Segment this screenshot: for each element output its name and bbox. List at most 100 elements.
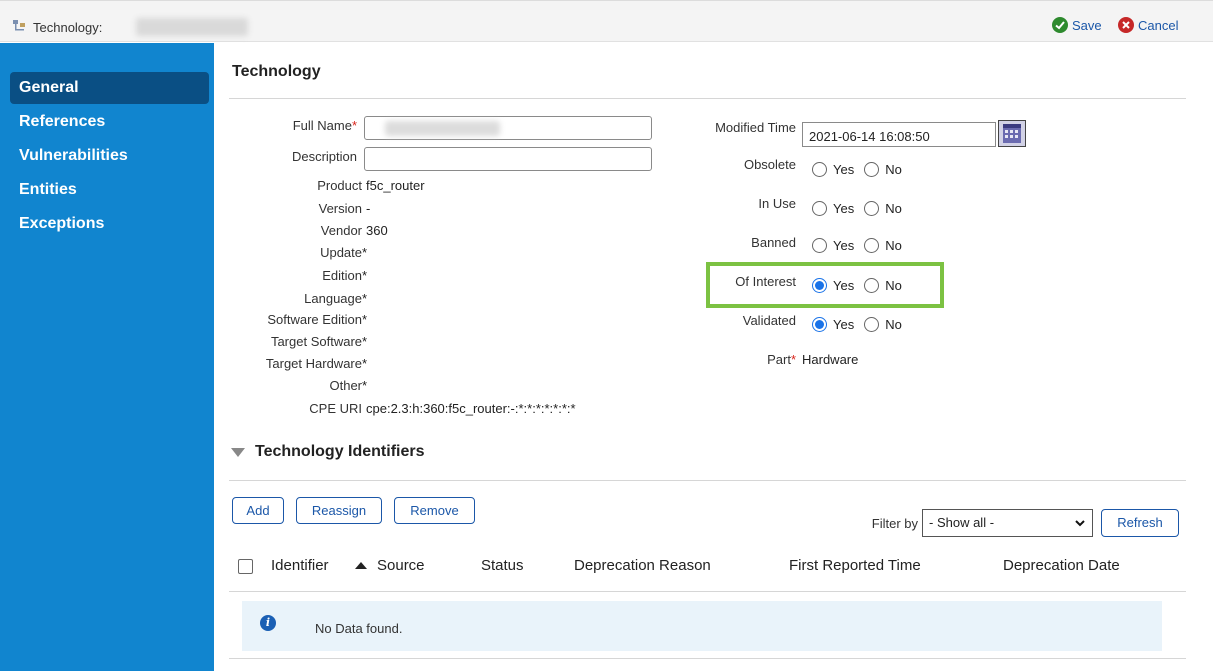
- modified-time-input[interactable]: 2021-06-14 16:08:50: [802, 122, 996, 147]
- sidebar-item-references[interactable]: References: [10, 106, 209, 138]
- column-header-identifier[interactable]: Identifier: [271, 557, 329, 574]
- edition-value: *: [362, 268, 368, 283]
- no-label: No: [885, 162, 902, 177]
- no-label: No: [885, 201, 902, 216]
- calendar-icon[interactable]: [998, 120, 1026, 147]
- description-label: Description: [291, 149, 357, 164]
- in-use-no-radio[interactable]: [864, 201, 880, 216]
- sort-ascending-icon[interactable]: [355, 562, 367, 569]
- language-value: *: [362, 291, 368, 306]
- sidebar-item-exceptions[interactable]: Exceptions: [10, 208, 209, 240]
- obsolete-no-radio[interactable]: [864, 162, 880, 177]
- of-interest-yes-radio[interactable]: [812, 278, 827, 293]
- in-use-radio-group: Yes No: [812, 201, 902, 216]
- banned-no-radio[interactable]: [864, 238, 880, 253]
- required-mark: *: [351, 118, 357, 133]
- divider: [229, 591, 1186, 592]
- add-button[interactable]: Add: [232, 497, 284, 524]
- cancel-label: Cancel: [1138, 17, 1179, 33]
- yes-label: Yes: [833, 201, 855, 216]
- collapse-triangle-icon[interactable]: [231, 448, 245, 457]
- other-label: Other: [329, 378, 362, 393]
- filter-select[interactable]: - Show all -: [922, 509, 1093, 537]
- no-label: No: [885, 238, 902, 253]
- column-header-deprecation-date[interactable]: Deprecation Date: [1003, 557, 1120, 574]
- validated-yes-radio[interactable]: [812, 317, 827, 332]
- no-label: No: [885, 278, 902, 293]
- cancel-button[interactable]: Cancel: [1118, 17, 1178, 33]
- target-hardware-value: *: [362, 356, 368, 371]
- no-data-text: No Data found.: [315, 621, 403, 636]
- edition-label: Edition: [322, 268, 362, 283]
- column-header-source[interactable]: Source: [377, 557, 425, 574]
- no-label: No: [885, 317, 902, 332]
- column-header-first-reported-time[interactable]: First Reported Time: [789, 557, 921, 574]
- full-name-label: Full Name*: [293, 118, 357, 133]
- other-value: *: [362, 378, 368, 393]
- cpe-uri-label: CPE URI: [309, 401, 362, 416]
- select-all-checkbox[interactable]: [238, 559, 253, 574]
- yes-label: Yes: [833, 238, 855, 253]
- section-title-technology: Technology: [232, 63, 321, 80]
- sidebar-item-entities[interactable]: Entities: [10, 174, 209, 206]
- software-edition-value: *: [362, 312, 368, 327]
- in-use-label: In Use: [758, 196, 796, 211]
- banned-radio-group: Yes No: [812, 238, 902, 253]
- update-value: *: [362, 245, 368, 260]
- of-interest-no-radio[interactable]: [864, 278, 880, 293]
- obsolete-radio-group: Yes No: [812, 162, 902, 177]
- sidebar-item-vulnerabilities[interactable]: Vulnerabilities: [10, 140, 209, 172]
- product-label: Product: [317, 178, 362, 193]
- reassign-button[interactable]: Reassign: [296, 497, 382, 524]
- target-software-value: *: [362, 334, 368, 349]
- language-label: Language: [304, 291, 362, 306]
- modified-time-label: Modified Time: [715, 120, 796, 135]
- yes-label: Yes: [833, 317, 855, 332]
- full-name-input[interactable]: [364, 116, 652, 140]
- yes-label: Yes: [833, 162, 855, 177]
- banned-label: Banned: [751, 235, 796, 250]
- description-input[interactable]: [364, 147, 652, 171]
- save-button[interactable]: Save: [1052, 17, 1102, 33]
- technology-name-redacted: [136, 18, 248, 36]
- validated-radio-group: Yes No: [812, 317, 902, 332]
- in-use-yes-radio[interactable]: [812, 201, 827, 216]
- sidebar: General References Vulnerabilities Entit…: [0, 43, 214, 671]
- yes-label: Yes: [833, 278, 855, 293]
- full-name-label-text: Full Name: [292, 118, 352, 133]
- of-interest-label: Of Interest: [735, 274, 796, 289]
- technology-icon: [13, 20, 25, 31]
- no-data-row: i No Data found.: [242, 601, 1162, 651]
- full-name-redacted: [385, 121, 500, 136]
- chevron-down-icon: [1075, 520, 1085, 527]
- remove-button[interactable]: Remove: [394, 497, 475, 524]
- obsolete-label: Obsolete: [743, 157, 796, 172]
- software-edition-label: Software Edition: [267, 312, 362, 327]
- validated-label: Validated: [742, 313, 796, 328]
- divider: [229, 480, 1186, 481]
- version-label: Version: [318, 201, 362, 216]
- cpe-uri-value: cpe:2.3:h:360:f5c_router:-:*:*:*:*:*:*:*: [366, 401, 576, 416]
- close-circle-icon: [1118, 17, 1134, 33]
- title-bar: Technology: Save Cancel: [0, 0, 1213, 42]
- divider: [229, 98, 1186, 99]
- refresh-button[interactable]: Refresh: [1101, 509, 1179, 537]
- part-value: Hardware: [802, 352, 859, 367]
- window-title: Technology:: [33, 20, 103, 35]
- obsolete-yes-radio[interactable]: [812, 162, 827, 177]
- filter-by-label: Filter by: [871, 516, 918, 531]
- part-label-text: Part: [767, 352, 791, 367]
- version-value: -: [366, 201, 371, 216]
- target-hardware-label: Target Hardware: [265, 356, 362, 371]
- sidebar-item-general[interactable]: General: [10, 72, 209, 104]
- column-header-deprecation-reason[interactable]: Deprecation Reason: [574, 557, 711, 574]
- required-mark: *: [790, 352, 796, 367]
- target-software-label: Target Software: [270, 334, 362, 349]
- product-value: f5c_router: [366, 178, 425, 193]
- section-title-identifiers[interactable]: Technology Identifiers: [255, 443, 425, 461]
- column-header-status[interactable]: Status: [481, 557, 524, 574]
- validated-no-radio[interactable]: [864, 317, 880, 332]
- banned-yes-radio[interactable]: [812, 238, 827, 253]
- vendor-label: Vendor: [320, 223, 362, 238]
- save-label: Save: [1072, 17, 1102, 33]
